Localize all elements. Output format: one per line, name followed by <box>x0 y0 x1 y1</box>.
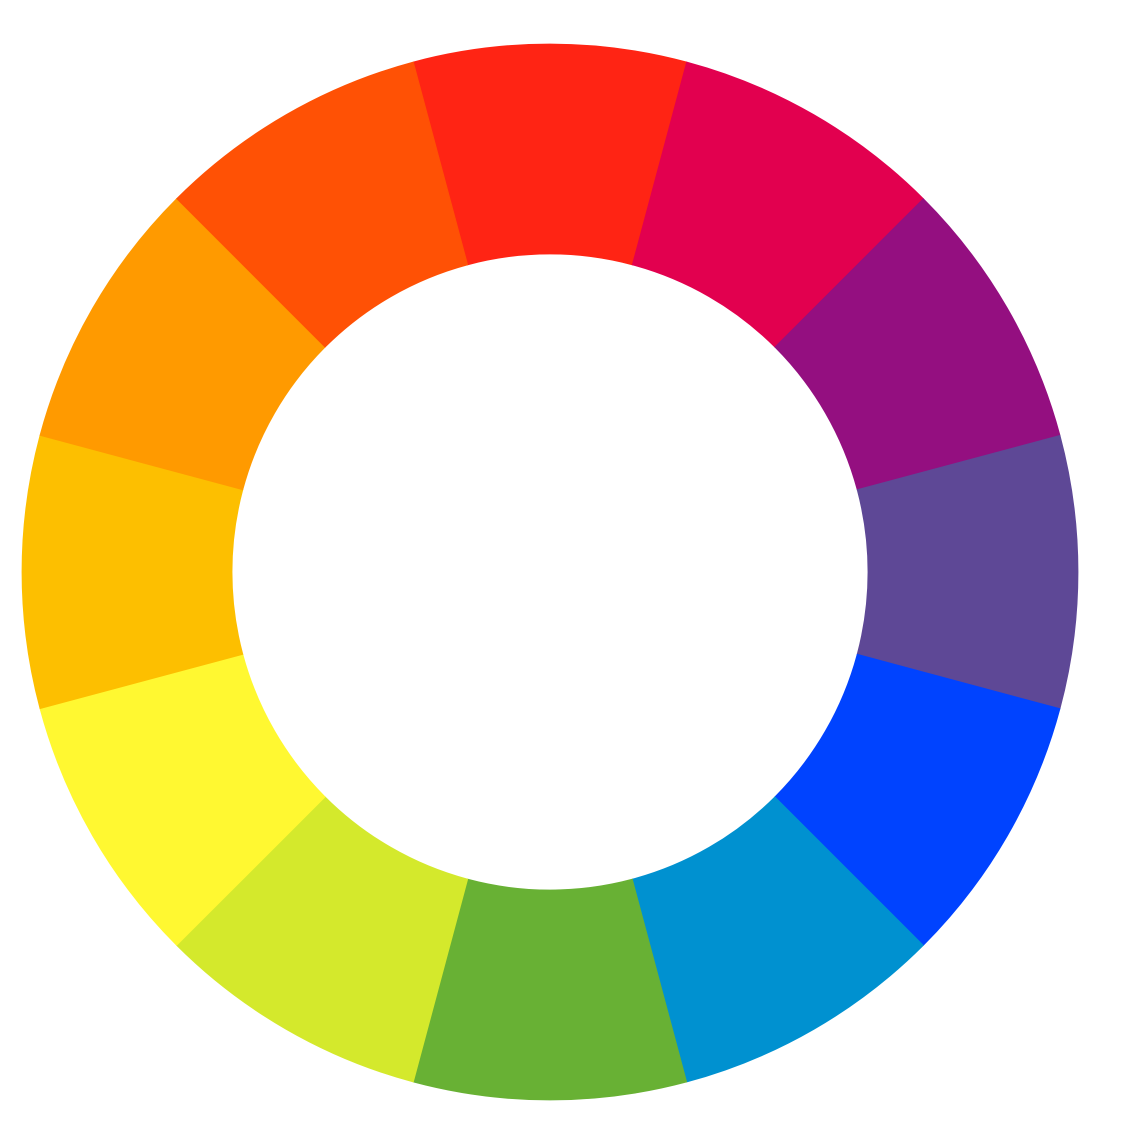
color-wheel-segments <box>21 43 1079 1101</box>
color-wheel-canvas <box>0 0 1129 1129</box>
color-wheel <box>21 43 1079 1101</box>
